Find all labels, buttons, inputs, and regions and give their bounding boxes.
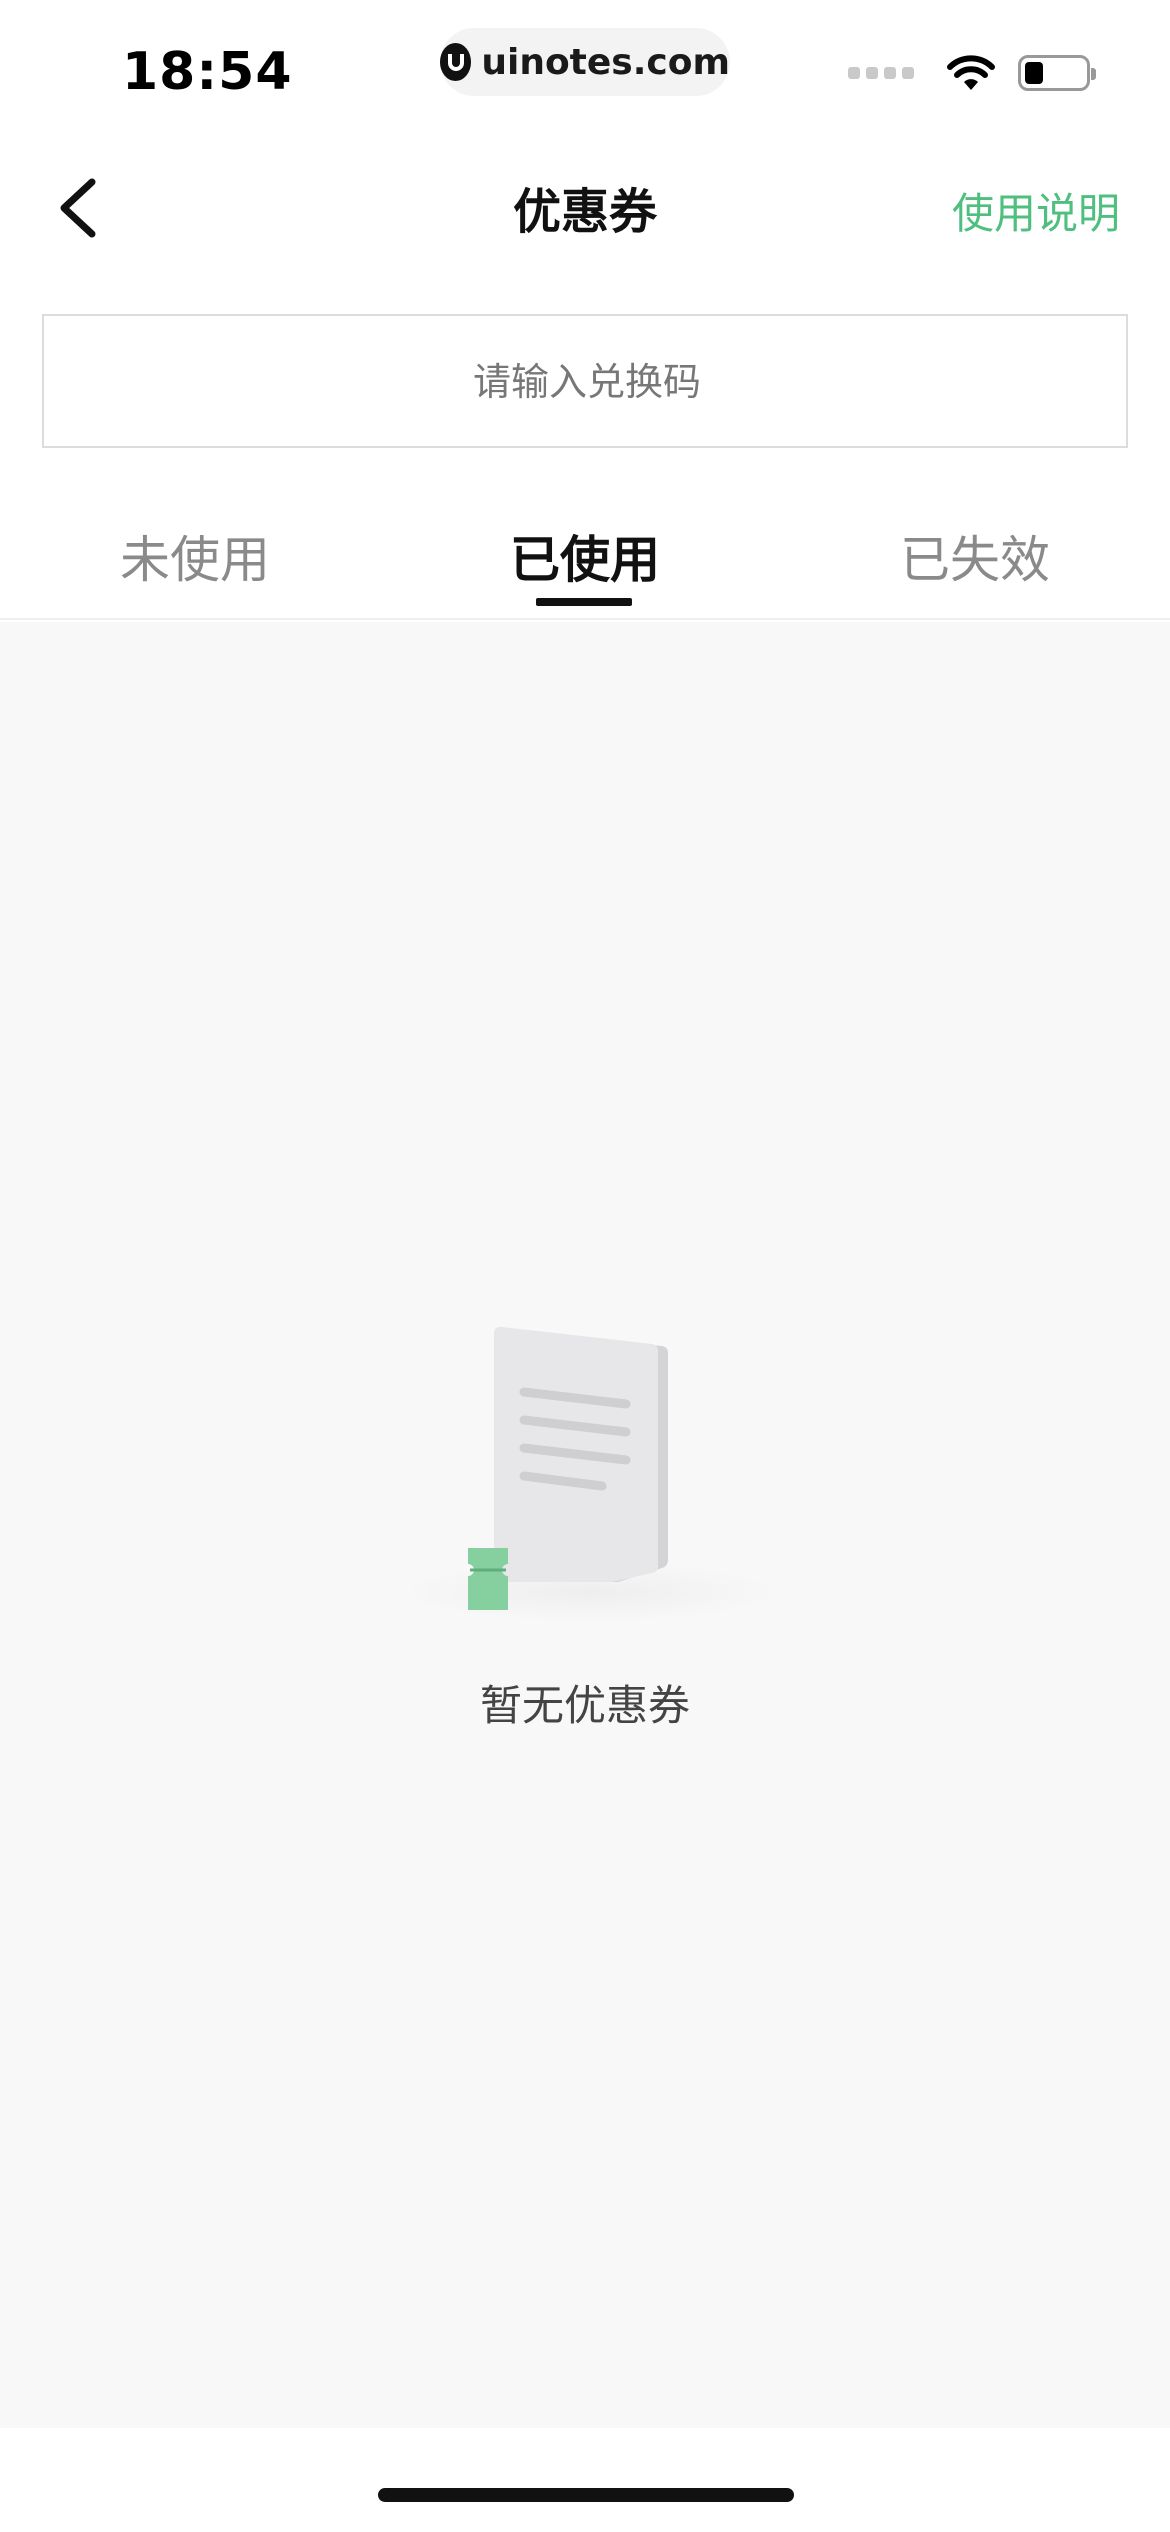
back-button[interactable] xyxy=(52,176,104,240)
wifi-icon xyxy=(947,55,995,90)
tab-unused[interactable]: 未使用 xyxy=(0,520,390,592)
redeem-code-field[interactable] xyxy=(42,314,1130,448)
redeem-code-input[interactable] xyxy=(44,316,1130,448)
tab-used[interactable]: 已使用 xyxy=(390,520,780,592)
chevron-left-icon xyxy=(60,178,96,238)
home-indicator[interactable] xyxy=(378,2488,794,2502)
url-pill[interactable]: uinotes.com xyxy=(440,28,730,96)
url-text: uinotes.com xyxy=(481,41,730,83)
battery-icon xyxy=(1018,55,1096,91)
active-tab-indicator xyxy=(536,598,632,606)
empty-state-message: 暂无优惠券 xyxy=(479,1681,690,1730)
tab-expired[interactable]: 已失效 xyxy=(780,520,1170,592)
signal-dots-icon xyxy=(848,67,914,79)
usage-instructions-link[interactable]: 使用说明 xyxy=(952,180,1120,241)
site-logo-icon xyxy=(440,43,472,81)
empty-document-icon xyxy=(390,1320,790,1640)
coupon-list-area: 暂无优惠券 xyxy=(0,622,1170,2428)
status-time: 18:54 xyxy=(122,42,293,102)
status-icons xyxy=(848,54,1096,92)
